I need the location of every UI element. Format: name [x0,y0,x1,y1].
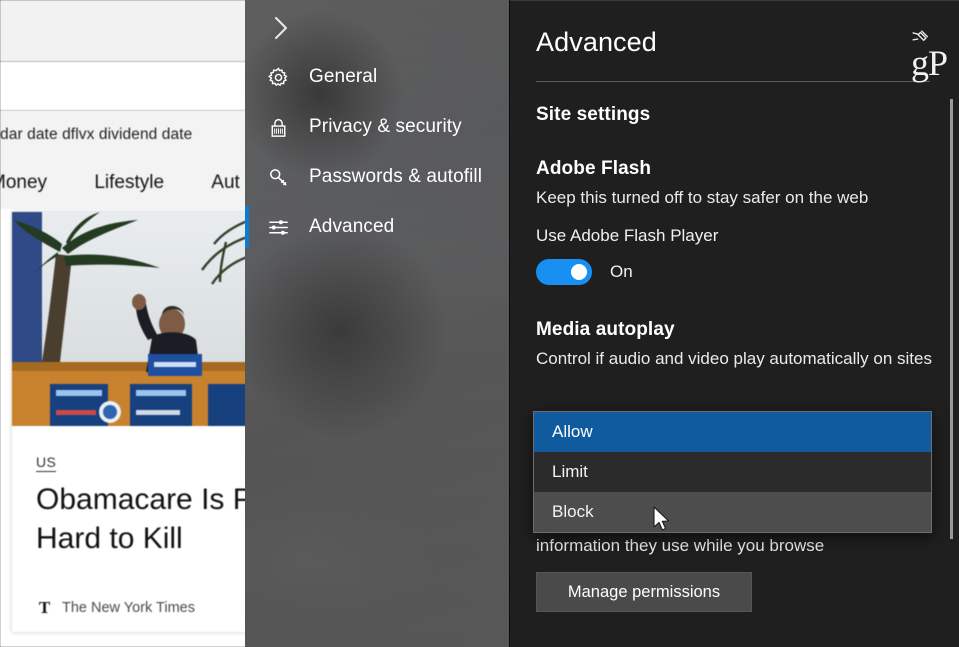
site-navigation-links: Money Lifestyle Aut [0,157,250,209]
page-title: Advanced [536,27,657,57]
dropdown-option-allow[interactable]: Allow [534,412,931,452]
title-divider [536,81,930,82]
manage-permissions-button[interactable]: Manage permissions [536,572,752,612]
news-card-source: T The New York Times [36,597,195,617]
settings-nav-list: General Privacy & security Passwords & a… [245,52,510,252]
sidebar-item-label: Advanced [309,216,395,237]
news-card-source-label: The New York Times [62,599,195,616]
adobe-flash-description: Keep this turned off to stay safer on th… [536,188,869,207]
address-bar-suggestion[interactable]: dar date dflvx dividend date [0,112,250,157]
background-web-page: dar date dflvx dividend date Money Lifes… [0,0,250,647]
news-card-kicker[interactable]: US [36,454,57,472]
groovypost-watermark: gP [910,43,948,83]
sidebar-item-privacy-security[interactable]: Privacy & security [245,102,510,152]
adobe-flash-toggle-row: On [536,259,633,285]
media-autoplay-dropdown-list[interactable]: Allow Limit Block [533,411,932,533]
nav-link-lifestyle[interactable]: Lifestyle [94,157,164,209]
news-card-headline-line2: Hard to Kill [36,522,183,555]
sliders-icon [263,212,293,242]
dropdown-option-block[interactable]: Block [534,492,931,532]
sidebar-item-label: Privacy & security [309,116,462,137]
news-card-headline[interactable]: Obamacare Is Pr Hard to Kill [36,480,250,558]
chevron-right-icon [274,16,289,45]
site-settings-heading: Site settings [536,104,651,125]
use-adobe-flash-player-label: Use Adobe Flash Player [536,226,719,245]
use-adobe-flash-player-toggle[interactable] [536,259,592,285]
advanced-settings-panel: Advanced gP Site settings Adobe Flash Ke… [510,0,959,647]
permissions-description: information they use while you browse [536,536,825,555]
key-icon [263,162,293,192]
nav-link-auto[interactable]: Aut [211,157,240,209]
sidebar-item-label: General [309,66,378,87]
lock-icon [263,112,293,142]
browser-settings-screen: dar date dflvx dividend date Money Lifes… [0,0,959,647]
browser-address-bar[interactable] [0,63,250,111]
browser-toolbar [0,0,250,62]
news-card-headline-line1: Obamacare Is Pr [36,483,250,516]
dropdown-option-limit[interactable]: Limit [534,452,931,492]
media-autoplay-heading: Media autoplay [536,319,675,340]
gear-icon [263,62,293,92]
adobe-flash-heading: Adobe Flash [536,158,652,179]
news-card[interactable]: US Obamacare Is Pr Hard to Kill T The Ne… [12,212,250,632]
nyt-logo-icon: T [38,597,51,617]
toggle-state-label: On [610,262,633,281]
sidebar-item-passwords-autofill[interactable]: Passwords & autofill [245,152,510,202]
panel-scrollbar-track[interactable] [949,1,957,647]
sidebar-item-general[interactable]: General [245,52,510,102]
news-card-photo [12,212,250,426]
nav-link-money[interactable]: Money [0,157,47,209]
sidebar-item-label: Passwords & autofill [309,166,483,187]
sidebar-item-advanced[interactable]: Advanced [245,202,510,252]
back-button[interactable] [258,8,304,52]
panel-scrollbar-thumb[interactable] [950,99,953,539]
media-autoplay-description: Control if audio and video play automati… [536,349,932,368]
toggle-knob [571,264,587,280]
